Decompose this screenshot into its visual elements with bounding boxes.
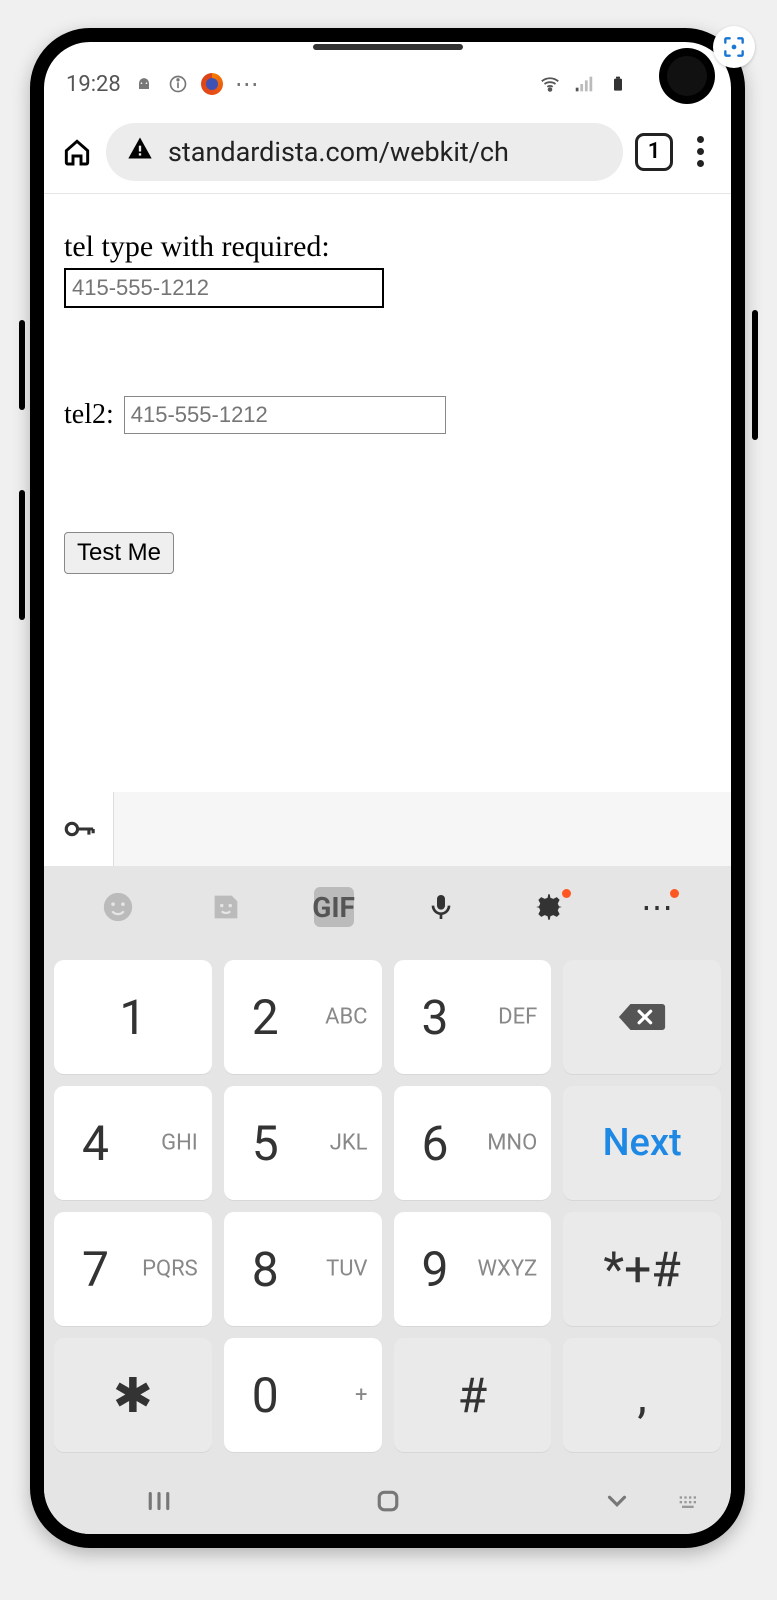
tel1-label: tel type with required: [64,230,711,264]
status-bar: 19:28 ⋯ [44,58,731,110]
tab-count-label: 1 [648,139,661,164]
screenshot-capture-icon[interactable] [713,26,755,68]
key-[interactable]: ✱ [54,1338,212,1452]
key-2[interactable]: 2ABC [224,960,382,1074]
home-button[interactable] [60,136,94,168]
key-1[interactable]: 1 [54,960,212,1074]
insecure-icon [126,134,154,169]
keyboard-more-icon[interactable]: ⋯ [637,887,677,927]
key-[interactable]: # [394,1338,552,1452]
home-nav-button[interactable] [366,1479,410,1523]
password-key-icon[interactable] [44,792,114,866]
sticker-icon[interactable] [206,887,246,927]
key-9[interactable]: 9WXYZ [394,1212,552,1326]
tel1-input[interactable] [64,268,384,308]
key-6[interactable]: 6MNO [394,1086,552,1200]
browser-toolbar: standardista.com/webkit/ch 1 [44,110,731,194]
mic-icon[interactable] [421,887,461,927]
key-[interactable]: *+# [563,1212,721,1326]
status-more-icon: ⋯ [235,70,261,98]
key-3[interactable]: 3DEF [394,960,552,1074]
test-me-button[interactable]: Test Me [64,532,174,574]
back-button[interactable] [595,1479,639,1523]
numeric-keyboard: 12ABC3DEF 4GHI5JKL6MNONext 7PQRS8TUV9WXYZ*… [44,948,731,1468]
backspace-key[interactable] [563,960,721,1074]
camera-hole [659,48,715,104]
key-5[interactable]: 5JKL [224,1086,382,1200]
gif-icon[interactable]: GIF [314,887,354,927]
key-0[interactable]: 0+ [224,1338,382,1452]
battery-icon [607,73,629,95]
key-4[interactable]: 4GHI [54,1086,212,1200]
next-key[interactable]: Next [563,1086,721,1200]
info-icon [167,73,189,95]
wifi-icon [539,73,561,95]
tel2-label: tel2: [64,399,114,431]
system-nav-bar [44,1468,731,1534]
status-time: 19:28 [66,72,121,97]
phone-frame: 19:28 ⋯ [30,28,745,1548]
key-8[interactable]: 8TUV [224,1212,382,1326]
keyboard-switch-icon[interactable] [667,1479,711,1523]
web-content: tel type with required: tel2: Test Me [44,194,731,610]
browser-menu-button[interactable] [685,136,715,167]
signal-icon [573,73,595,95]
emoji-icon[interactable] [98,887,138,927]
tel2-input[interactable] [124,396,446,434]
key-7[interactable]: 7PQRS [54,1212,212,1326]
settings-icon[interactable] [529,887,569,927]
keyboard-toolbar: GIF ⋯ [44,866,731,948]
android-icon [133,73,155,95]
tab-switcher[interactable]: 1 [635,133,673,171]
recents-button[interactable] [137,1479,181,1523]
keyboard-suggestion-bar [44,792,731,866]
url-text: standardista.com/webkit/ch [168,136,509,168]
key-[interactable]: , [563,1338,721,1452]
url-bar[interactable]: standardista.com/webkit/ch [106,123,623,181]
firefox-icon [201,73,223,95]
